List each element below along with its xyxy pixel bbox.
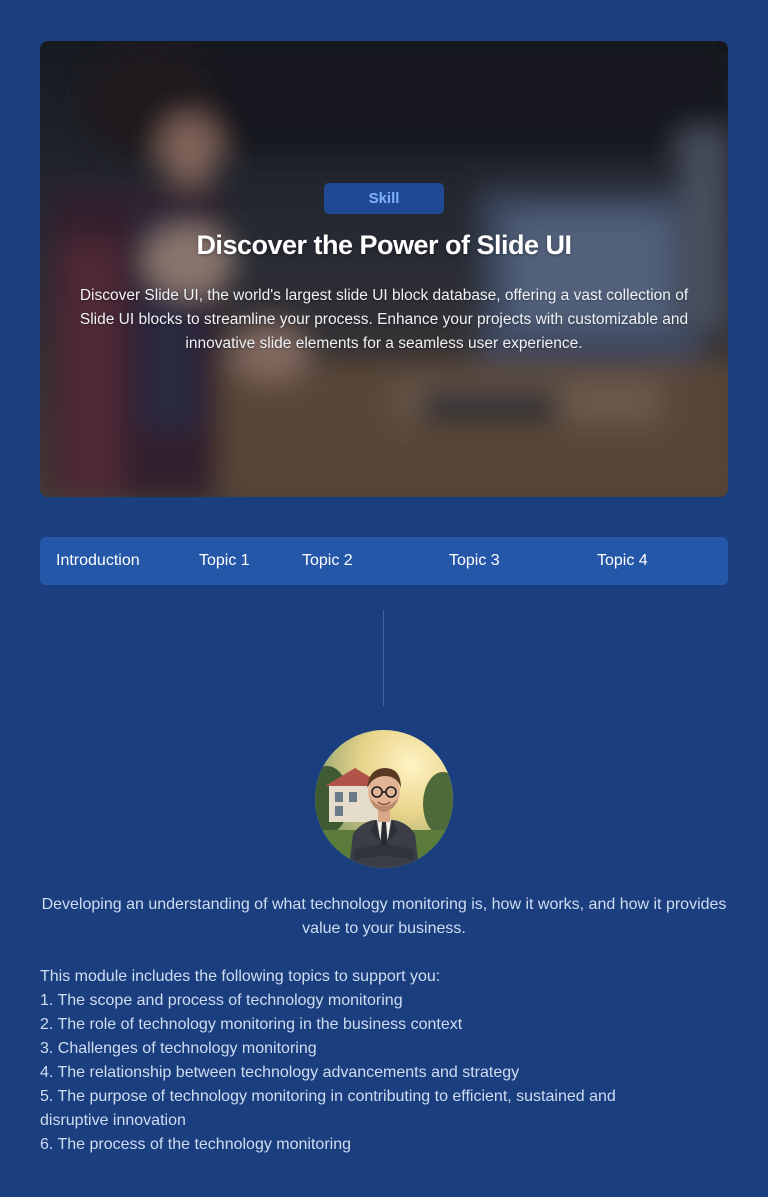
hero-description: Discover Slide UI, the world's largest s… [79, 287, 689, 352]
vertical-divider [383, 610, 384, 706]
hero-banner: Skill Discover the Power of Slide UI Dis… [40, 41, 728, 497]
hero-content: Skill Discover the Power of Slide UI Dis… [40, 41, 728, 497]
tab-topic-2[interactable]: Topic 2 [302, 537, 353, 585]
tab-topic-1[interactable]: Topic 1 [199, 537, 250, 585]
hero-title: Discover the Power of Slide UI [196, 230, 572, 260]
list-item: 6. The process of the technology monitor… [40, 1136, 351, 1153]
list-item: 2. The role of technology monitoring in … [40, 1016, 463, 1033]
list-item: 1. The scope and process of technology m… [40, 992, 403, 1009]
avatar [315, 730, 453, 868]
module-topics: This module includes the following topic… [40, 965, 678, 1157]
list-item: 5. The purpose of technology monitoring … [40, 1088, 616, 1129]
list-item: 4. The relationship between technology a… [40, 1064, 520, 1081]
module-intro: This module includes the following topic… [40, 968, 441, 985]
topic-tabs: Introduction Topic 1 Topic 2 Topic 3 Top… [40, 537, 728, 585]
module-lead-text: Developing an understanding of what tech… [41, 896, 727, 937]
list-item: 3. Challenges of technology monitoring [40, 1040, 317, 1057]
avatar-illustration [315, 730, 453, 868]
skill-badge: Skill [324, 183, 444, 214]
tab-topic-3[interactable]: Topic 3 [449, 537, 500, 585]
tab-topic-4[interactable]: Topic 4 [597, 537, 648, 585]
tab-introduction[interactable]: Introduction [56, 537, 140, 585]
